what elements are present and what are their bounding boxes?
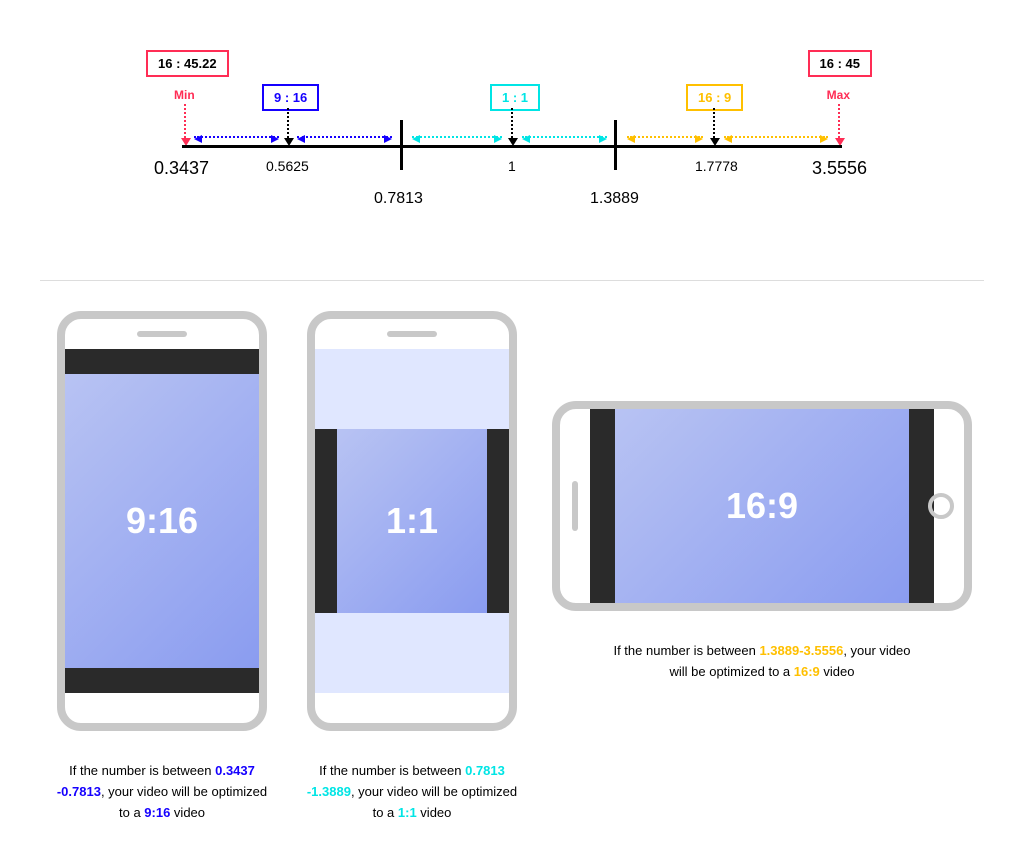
caption-169: If the number is between 1.3889-3.5556, … xyxy=(612,641,912,683)
min-drop-arrow xyxy=(184,104,186,138)
phone-11-col: 1:1 If the number is between 0.7813 -1.3… xyxy=(302,311,522,823)
phones-row: 9:16 If the number is between 0.3437 -0.… xyxy=(20,311,1004,823)
caption-ratio: 9:16 xyxy=(144,805,170,820)
ratio-916-box: 9 : 16 xyxy=(262,84,319,111)
range-arrow-blue-left xyxy=(194,136,279,138)
range-arrow-cyan-left xyxy=(412,136,502,138)
pillarbox-bar xyxy=(487,429,509,613)
caption-ratio: 1:1 xyxy=(398,805,417,820)
diagram-container: 16 : 45.22 16 : 45 Min Max 9 : 16 1 : 1 … xyxy=(0,0,1024,823)
max-label: Max xyxy=(827,88,850,102)
caption-text: If the number is between xyxy=(69,763,211,778)
ratio-169-box: 16 : 9 xyxy=(686,84,743,111)
number-line: 16 : 45.22 16 : 45 Min Max 9 : 16 1 : 1 … xyxy=(132,50,892,230)
home-button-icon xyxy=(928,493,954,519)
val-11: 1 xyxy=(508,158,516,174)
screen-916: 9:16 xyxy=(65,374,259,668)
phone-169-col: 16:9 If the number is between 1.3889-3.5… xyxy=(552,311,972,683)
blank-bar xyxy=(315,349,509,429)
caption-text: video xyxy=(417,805,452,820)
caption-916: If the number is between 0.3437 -0.7813,… xyxy=(52,761,272,823)
caption-ratio: 16:9 xyxy=(794,664,820,679)
min-label: Min xyxy=(174,88,195,102)
screen-11: 1:1 xyxy=(337,429,487,613)
val-916: 0.5625 xyxy=(266,158,309,174)
phone-916-col: 9:16 If the number is between 0.3437 -0.… xyxy=(52,311,272,823)
blank-bar xyxy=(315,613,509,693)
range-arrow-yellow-right xyxy=(724,136,828,138)
min-ratio-box: 16 : 45.22 xyxy=(146,50,229,77)
tick-b2 xyxy=(614,120,617,170)
speaker-icon xyxy=(387,331,437,337)
caption-text: If the number is between xyxy=(319,763,461,778)
phone-916: 9:16 xyxy=(57,311,267,731)
letterbox-bar xyxy=(65,349,259,374)
speaker-icon xyxy=(572,481,578,531)
caption-range: 1.3889-3.5556 xyxy=(759,643,843,658)
letterbox-bar xyxy=(65,668,259,693)
range-arrow-yellow-left xyxy=(627,136,703,138)
range-arrow-cyan-right xyxy=(522,136,607,138)
pillarbox-bar xyxy=(315,429,337,613)
ratio-11-drop-arrow xyxy=(511,108,513,138)
caption-11: If the number is between 0.7813 -1.3889,… xyxy=(302,761,522,823)
max-drop-arrow xyxy=(838,104,840,138)
val-169: 1.7778 xyxy=(695,158,738,174)
range-arrow-blue-right xyxy=(297,136,392,138)
val-b1: 0.7813 xyxy=(374,190,423,208)
max-ratio-box: 16 : 45 xyxy=(808,50,872,77)
speaker-icon xyxy=(137,331,187,337)
ratio-169-drop-arrow xyxy=(713,108,715,138)
phone-169: 16:9 xyxy=(552,401,972,611)
pillarbox-bar xyxy=(590,409,615,603)
axis-line xyxy=(182,145,842,148)
caption-text: video xyxy=(170,805,205,820)
divider xyxy=(40,280,984,281)
tick-b1 xyxy=(400,120,403,170)
phone-11: 1:1 xyxy=(307,311,517,731)
caption-text: If the number is between xyxy=(613,643,755,658)
val-max: 3.5556 xyxy=(812,158,867,179)
val-b2: 1.3889 xyxy=(590,190,639,208)
val-min: 0.3437 xyxy=(154,158,209,179)
screen-169: 16:9 xyxy=(615,409,909,603)
caption-text: video xyxy=(820,664,855,679)
ratio-916-drop-arrow xyxy=(287,108,289,138)
ratio-11-box: 1 : 1 xyxy=(490,84,540,111)
